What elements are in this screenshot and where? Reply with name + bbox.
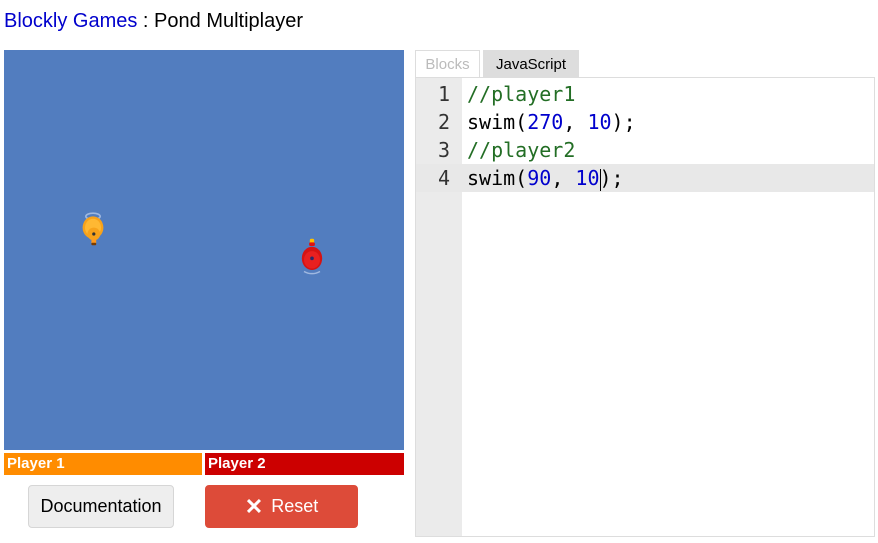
text-cursor	[599, 168, 601, 191]
player1-duck-icon	[82, 212, 104, 246]
line-number: 2	[437, 110, 450, 134]
page-title: Pond Multiplayer	[154, 10, 304, 32]
header-separator: :	[137, 10, 155, 32]
code-statement: swim(90, 10);	[467, 166, 624, 191]
player1-label: Player 1	[7, 455, 65, 472]
tab-blocks[interactable]: Blocks	[415, 50, 480, 77]
documentation-button-label: Documentation	[40, 496, 162, 516]
documentation-button[interactable]: Documentation	[28, 485, 174, 528]
page-header: Blockly Games : Pond Multiplayer	[4, 10, 303, 33]
blockly-games-link[interactable]: Blockly Games	[4, 10, 137, 32]
player2-label-bar: Player 2	[205, 453, 404, 475]
code-comment: //player1	[467, 82, 576, 106]
code-line-active[interactable]: 4 swim(90, 10);	[416, 164, 874, 192]
code-statement: swim(270, 10);	[467, 110, 636, 134]
reset-button-label: Reset	[271, 496, 319, 516]
line-number: 1	[437, 82, 450, 106]
reset-button[interactable]: ✕ Reset	[205, 485, 358, 528]
tab-javascript[interactable]: JavaScript	[483, 50, 579, 77]
player2-label: Player 2	[208, 455, 266, 472]
player2-duck-icon	[301, 238, 323, 275]
code-line[interactable]: 3 //player2	[416, 136, 874, 164]
code-editor[interactable]: 1 //player1 2 swim(270, 10); 3 //player2…	[415, 77, 875, 537]
pond-multiplayer-page: Blockly Games : Pond Multiplayer Player …	[0, 0, 878, 543]
pond-canvas	[4, 50, 404, 450]
code-comment: //player2	[467, 138, 576, 162]
line-number: 3	[437, 138, 450, 162]
code-line[interactable]: 1 //player1	[416, 80, 874, 108]
player1-label-bar: Player 1	[4, 453, 202, 475]
close-icon: ✕	[244, 493, 264, 519]
line-number: 4	[437, 166, 450, 190]
code-line[interactable]: 2 swim(270, 10);	[416, 108, 874, 136]
